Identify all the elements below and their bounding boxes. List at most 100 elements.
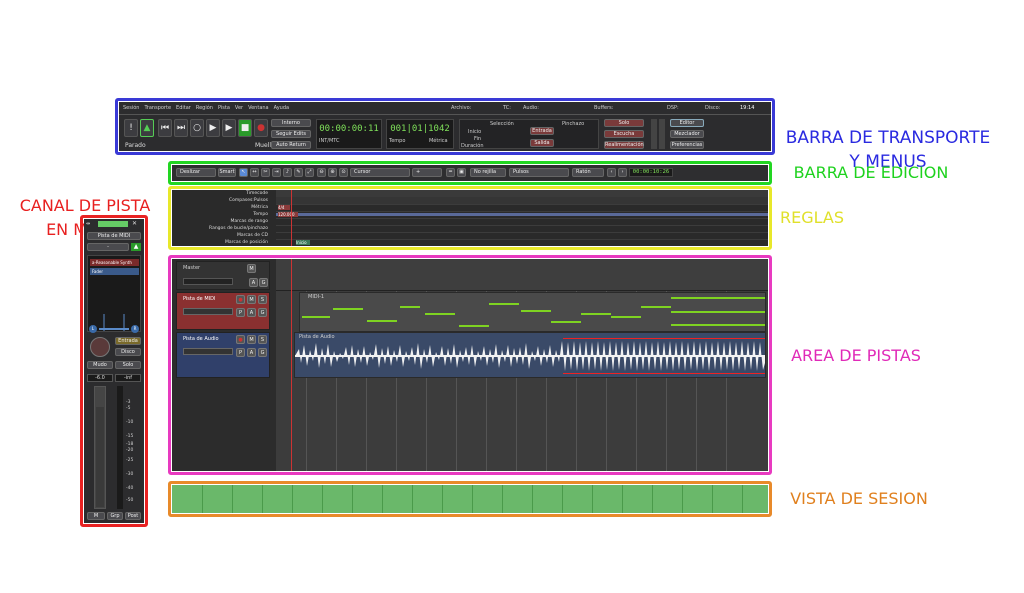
midi-region[interactable]: MIDI-1: [299, 292, 766, 332]
midi-note[interactable]: [302, 316, 330, 318]
visible-tracks-select[interactable]: +: [412, 168, 442, 177]
internal-edit-icon[interactable]: ⤢: [305, 168, 314, 177]
secondary-clock[interactable]: 001|01|1042 Tempo Métrica: [386, 119, 454, 149]
track-header-audio[interactable]: Pista de Audio ● M S P A G: [176, 332, 270, 378]
midi-panic-icon[interactable]: !: [124, 119, 138, 137]
start-marker[interactable]: Inicio: [296, 240, 310, 245]
preferencias-button[interactable]: Preferencias: [670, 141, 704, 149]
midi-note[interactable]: [671, 324, 765, 326]
nudge-clock[interactable]: 00:00:10:26: [629, 168, 673, 177]
record-icon[interactable]: ●: [254, 119, 268, 137]
loop-icon[interactable]: ○: [190, 119, 204, 137]
zoom-fit-icon[interactable]: ⊙: [339, 168, 348, 177]
gain-display[interactable]: -6.0: [87, 374, 113, 382]
menu-transporte[interactable]: Transporte: [144, 105, 171, 113]
midi-mute-button[interactable]: M: [247, 295, 256, 304]
goto-end-icon[interactable]: ⏭: [174, 119, 188, 137]
master-group-button[interactable]: G: [259, 278, 268, 287]
track-header-master[interactable]: Master M A G: [176, 261, 270, 290]
monitor-disk-button[interactable]: Disco: [115, 348, 141, 356]
play-icon[interactable]: ▶: [222, 119, 236, 137]
menu-ventana[interactable]: Ventana: [248, 105, 269, 113]
midi-note[interactable]: [459, 325, 489, 327]
nudge-forward-icon[interactable]: ›: [618, 168, 627, 177]
menu-ayuda[interactable]: Ayuda: [274, 105, 289, 113]
post-button[interactable]: Post: [125, 512, 141, 520]
monitor-input-button[interactable]: Entrada: [115, 337, 141, 345]
nudge-back-icon[interactable]: ‹: [607, 168, 616, 177]
auto-return-button[interactable]: Auto Return: [271, 141, 311, 149]
menu-pista[interactable]: Pista: [218, 105, 230, 113]
meter-point-button[interactable]: M: [87, 512, 105, 520]
audio-solo-button[interactable]: S: [258, 335, 267, 344]
midi-note[interactable]: [333, 308, 363, 310]
audition-tool-icon[interactable]: ♪: [283, 168, 292, 177]
midi-note[interactable]: [425, 313, 455, 315]
input-button[interactable]: -: [87, 243, 129, 251]
midi-note[interactable]: [489, 303, 519, 305]
group-button[interactable]: Grp: [107, 512, 123, 520]
midi-note[interactable]: [671, 297, 765, 299]
menu-editar[interactable]: Editar: [176, 105, 191, 113]
midi-note[interactable]: [611, 316, 641, 318]
expand-tracks-icon[interactable]: ▣: [457, 168, 466, 177]
midi-rec-button[interactable]: ●: [236, 295, 245, 304]
stretch-tool-icon[interactable]: ⇥: [272, 168, 281, 177]
edit-mode-select[interactable]: Deslizar: [176, 168, 216, 177]
draw-tool-icon[interactable]: ✎: [294, 168, 303, 177]
smart-button[interactable]: Smart: [218, 168, 236, 177]
midi-note[interactable]: [400, 306, 420, 308]
entrada-button[interactable]: Entrada: [530, 127, 554, 135]
midi-note[interactable]: [641, 306, 671, 308]
audio-name-field[interactable]: [183, 348, 233, 355]
strip-name-button[interactable]: Pista de MIDI: [87, 232, 141, 240]
realimentacion-button[interactable]: Realimentación: [604, 141, 644, 149]
solo-button-strip[interactable]: Solo: [115, 361, 141, 369]
zoom-focus-select[interactable]: Cursor: [350, 168, 410, 177]
midi-name-field[interactable]: [183, 308, 233, 315]
play-range-icon[interactable]: ▶: [206, 119, 220, 137]
record-arm-button[interactable]: [90, 337, 110, 357]
menu-ver[interactable]: Ver: [235, 105, 243, 113]
gain-fader[interactable]: [94, 386, 106, 509]
midi-note[interactable]: [521, 310, 551, 312]
salida-button[interactable]: Salida: [530, 139, 554, 147]
playhead-ruler[interactable]: [291, 190, 292, 246]
goto-start-icon[interactable]: ⏮: [158, 119, 172, 137]
phase-icon[interactable]: ▲: [131, 243, 141, 251]
grid-type-select[interactable]: Pulsos: [509, 168, 569, 177]
audio-playlist-button[interactable]: P: [236, 348, 245, 357]
midi-solo-button[interactable]: S: [258, 295, 267, 304]
master-name-field[interactable]: [183, 278, 233, 285]
metronome-icon[interactable]: ▲: [140, 119, 154, 137]
midi-note[interactable]: [581, 313, 611, 315]
strip-width-icon[interactable]: ⇹: [86, 221, 94, 227]
playhead-tracks[interactable]: [291, 259, 292, 471]
menu-sesion[interactable]: Sesión: [123, 105, 139, 113]
interno-button[interactable]: Interno: [271, 119, 311, 127]
stop-icon[interactable]: ■: [238, 119, 252, 137]
audio-mute-button[interactable]: M: [247, 335, 256, 344]
master-auto-button[interactable]: A: [249, 278, 258, 287]
escucha-button[interactable]: Escucha: [604, 130, 644, 138]
editor-button[interactable]: Editor: [670, 119, 704, 127]
midi-auto-button[interactable]: A: [247, 308, 256, 317]
cut-tool-icon[interactable]: ✂: [261, 168, 270, 177]
audio-group-button[interactable]: G: [258, 348, 267, 357]
midi-note[interactable]: [671, 311, 765, 313]
edit-point-select[interactable]: Ratón: [572, 168, 604, 177]
close-icon[interactable]: ✕: [132, 220, 140, 228]
grab-tool-icon[interactable]: ↖: [239, 168, 248, 177]
zoom-in-icon[interactable]: ⊖: [317, 168, 326, 177]
menu-region[interactable]: Región: [196, 105, 213, 113]
peak-display[interactable]: -inf: [115, 374, 141, 382]
session-view[interactable]: [172, 485, 768, 513]
seguir-edits-button[interactable]: Seguir Edits: [271, 130, 311, 138]
grid-mode-select[interactable]: No rejilla: [470, 168, 506, 177]
audio-region[interactable]: Pista de Audio: [294, 332, 766, 378]
master-lane[interactable]: [276, 259, 768, 291]
master-mute-button[interactable]: M: [247, 264, 256, 273]
track-header-midi[interactable]: Pista de MIDI ● M S P A G: [176, 292, 270, 330]
range-tool-icon[interactable]: ↔: [250, 168, 259, 177]
midi-group-button[interactable]: G: [258, 308, 267, 317]
